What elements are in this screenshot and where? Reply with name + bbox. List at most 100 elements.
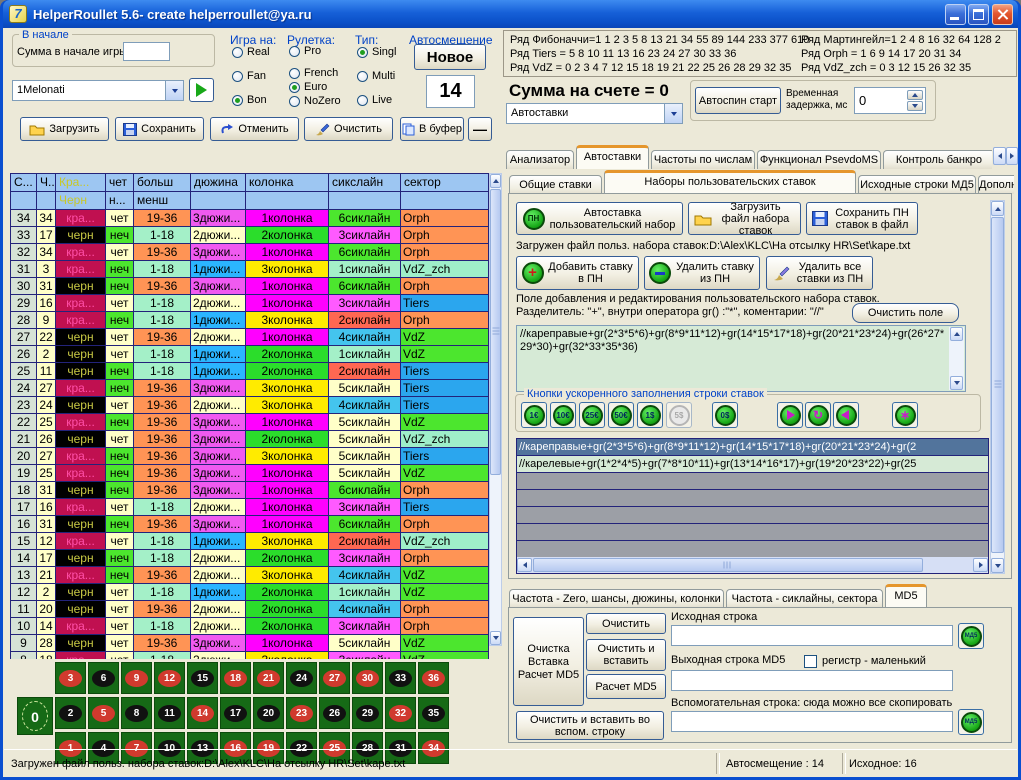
main-tab-1[interactable]: Анализатор xyxy=(506,150,574,169)
table-row[interactable]: 2427кра...неч19-363дюжи...3колонка5сикла… xyxy=(11,380,489,397)
md5-run-aux-button[interactable]: МД5 xyxy=(958,709,984,735)
board-cell-27[interactable]: 27 xyxy=(319,662,350,694)
board-cell-35[interactable]: 35 xyxy=(418,697,449,729)
md5-clear-button[interactable]: Очистить xyxy=(586,613,666,634)
board-cell-17[interactable]: 17 xyxy=(220,697,251,729)
table-row[interactable]: 1417черннеч1-182дюжи...2колонка3сиклайнO… xyxy=(11,550,489,567)
table-row[interactable]: 3234кра...чет19-363дюжи...1колонка6сикла… xyxy=(11,244,489,261)
radio-option-bon[interactable]: Bon xyxy=(232,94,267,106)
board-cell-18[interactable]: 18 xyxy=(220,662,251,694)
delete-bet-button[interactable]: Удалить ставку из ПН xyxy=(644,256,760,290)
autobets-combobox[interactable]: Автоставки xyxy=(506,103,683,124)
radio-option-euro[interactable]: Euro xyxy=(289,81,327,93)
board-cell-26[interactable]: 26 xyxy=(319,697,350,729)
table-row[interactable]: 262чернчет1-181дюжи...2колонка1сиклайнVd… xyxy=(11,346,489,363)
bet-list-row[interactable]: //карелевые+gr(1*2*4*5)+gr(7*8*10*11)+gr… xyxy=(517,456,988,473)
board-cell-12[interactable]: 12 xyxy=(154,662,185,694)
preset-combobox[interactable]: 1Melonati xyxy=(12,80,184,101)
autoset-user-button[interactable]: ПН Автоставка пользовательский набор xyxy=(516,202,683,235)
table-scrollbar-thumb[interactable] xyxy=(490,189,501,475)
run-preset-button[interactable] xyxy=(189,78,214,102)
table-row[interactable]: 2324чернчет19-362дюжи...3колонка4сиклайн… xyxy=(11,397,489,414)
add-bet-button[interactable]: + Добавить ставку в ПН xyxy=(516,256,639,290)
clear-button[interactable]: Очистить xyxy=(304,117,393,141)
bet-edit-field[interactable]: //кареправые+gr(2*3*5*6)+gr(8*9*11*12)+g… xyxy=(516,325,966,392)
board-cell-30[interactable]: 30 xyxy=(352,662,383,694)
md5-clear-paste-button[interactable]: Очистить и вставить xyxy=(586,639,666,671)
table-row[interactable]: 1925кра...неч19-363дюжи...1колонка5сикла… xyxy=(11,465,489,482)
save-button[interactable]: Сохранить xyxy=(115,117,204,141)
board-cell-9[interactable]: 9 xyxy=(121,662,152,694)
board-cell-29[interactable]: 29 xyxy=(352,697,383,729)
scroll-down-icon[interactable] xyxy=(950,376,963,390)
radio-option-pro[interactable]: Pro xyxy=(289,45,321,57)
chip-25€-button[interactable]: 25€ xyxy=(579,402,605,428)
chip-1$-button[interactable]: 1$ xyxy=(637,402,663,428)
freq-tab-2[interactable]: Частота - сиклайны, сектора xyxy=(726,589,883,608)
spinner-up-icon[interactable] xyxy=(907,90,923,100)
table-row[interactable]: 289кра...неч1-181дюжи...3колонка2сиклайн… xyxy=(11,312,489,329)
main-tab-3[interactable]: Частоты по числам xyxy=(651,150,755,169)
radio-option-real[interactable]: Real xyxy=(232,46,270,58)
table-row[interactable]: 3434кра...чет19-363дюжи...1колонка6сикла… xyxy=(11,210,489,227)
bet-list-row[interactable]: //кареправые+gr(2*3*5*6)+gr(8*9*11*12)+g… xyxy=(517,439,988,456)
chip-0$-button[interactable]: 0$ xyxy=(712,402,738,428)
radio-option-multi[interactable]: Multi xyxy=(357,70,395,82)
clear-field-button[interactable]: Очистить поле xyxy=(852,303,959,323)
play-button[interactable] xyxy=(777,402,803,428)
main-tab-4[interactable]: Функционал PsevdoMS xyxy=(757,150,881,169)
scroll-up-icon[interactable] xyxy=(991,201,1004,216)
new-autoshift-button[interactable]: Новое xyxy=(414,44,486,70)
board-cell-33[interactable]: 33 xyxy=(385,662,416,694)
title-bar[interactable]: 7 HelperRoullet 5.6- create helperroulle… xyxy=(3,0,1018,28)
board-cell-5[interactable]: 5 xyxy=(88,697,119,729)
radio-option-nozero[interactable]: NoZero xyxy=(289,95,341,107)
table-row[interactable]: 1716кра...чет1-182дюжи...1колонка3сиклай… xyxy=(11,499,489,516)
chip-1€-button[interactable]: 1€ xyxy=(521,402,547,428)
table-row[interactable]: 313кра...неч1-181дюжи...3колонка1сиклайн… xyxy=(11,261,489,278)
sub-tab-3[interactable]: Исходные строки МД5 xyxy=(858,175,976,194)
table-row[interactable]: 2225кра...неч19-363дюжи...1колонка5сикла… xyxy=(11,414,489,431)
board-cell-3[interactable]: 3 xyxy=(55,662,86,694)
board-cell-36[interactable]: 36 xyxy=(418,662,449,694)
collapse-button[interactable]: — xyxy=(468,117,492,141)
back-button[interactable] xyxy=(833,402,859,428)
freq-tab-3[interactable]: MD5 xyxy=(885,584,927,608)
scroll-down-icon[interactable] xyxy=(991,558,1004,573)
md5-source-input[interactable] xyxy=(671,625,953,646)
chevron-down-icon[interactable] xyxy=(664,104,682,123)
spins-table[interactable]: 3434кра...чет19-363дюжи...1колонка6сикла… xyxy=(10,210,489,659)
load-button[interactable]: Загрузить xyxy=(20,117,109,141)
tab-scroll-left-icon[interactable] xyxy=(993,147,1006,165)
table-row[interactable]: 1831черннеч19-363дюжи...1колонка6сиклайн… xyxy=(11,482,489,499)
scroll-right-icon[interactable] xyxy=(973,558,988,572)
table-row[interactable]: 1120чернчет19-362дюжи...2колонка4сиклайн… xyxy=(11,601,489,618)
board-cell-11[interactable]: 11 xyxy=(154,697,185,729)
scroll-left-icon[interactable] xyxy=(517,558,532,572)
main-tab-2[interactable]: Автоставки xyxy=(576,145,649,169)
board-cell-6[interactable]: 6 xyxy=(88,662,119,694)
table-row[interactable]: 3031черннеч19-363дюжи...1колонка6сиклайн… xyxy=(11,278,489,295)
md5-run-source-button[interactable]: МД5 xyxy=(958,623,984,649)
listbox-hscrollbar-thumb[interactable] xyxy=(533,558,923,572)
delay-spinner[interactable]: 0 xyxy=(854,87,926,114)
board-cell-15[interactable]: 15 xyxy=(187,662,218,694)
table-row[interactable]: 1014кра...чет1-182дюжи...2колонка3сиклай… xyxy=(11,618,489,635)
freq-tab-1[interactable]: Частота - Zero, шансы, дюжины, колонки xyxy=(509,589,724,608)
scroll-up-icon[interactable] xyxy=(490,174,501,188)
lowercase-checkbox[interactable] xyxy=(804,655,817,668)
chip-50€-button[interactable]: 50€ xyxy=(608,402,634,428)
edit-field-scrollbar[interactable] xyxy=(949,327,964,390)
minimize-icon[interactable] xyxy=(945,4,966,25)
maximize-icon[interactable] xyxy=(968,4,989,25)
close-icon[interactable] xyxy=(992,4,1013,25)
delete-all-bets-button[interactable]: Удалить все ставки из ПН xyxy=(766,256,873,290)
radio-option-live[interactable]: Live xyxy=(357,94,392,106)
scroll-down-icon[interactable] xyxy=(490,631,501,645)
main-tab-5[interactable]: Контроль банкро xyxy=(883,150,992,169)
md5-output-input[interactable] xyxy=(671,670,953,691)
board-cell-32[interactable]: 32 xyxy=(385,697,416,729)
refresh-button[interactable]: ↻ xyxy=(805,402,831,428)
table-row[interactable]: 818кра...чет1-182дюжи...3колонка3сиклайн… xyxy=(11,652,489,659)
table-row[interactable]: 1512кра...чет1-181дюжи...3колонка2сиклай… xyxy=(11,533,489,550)
